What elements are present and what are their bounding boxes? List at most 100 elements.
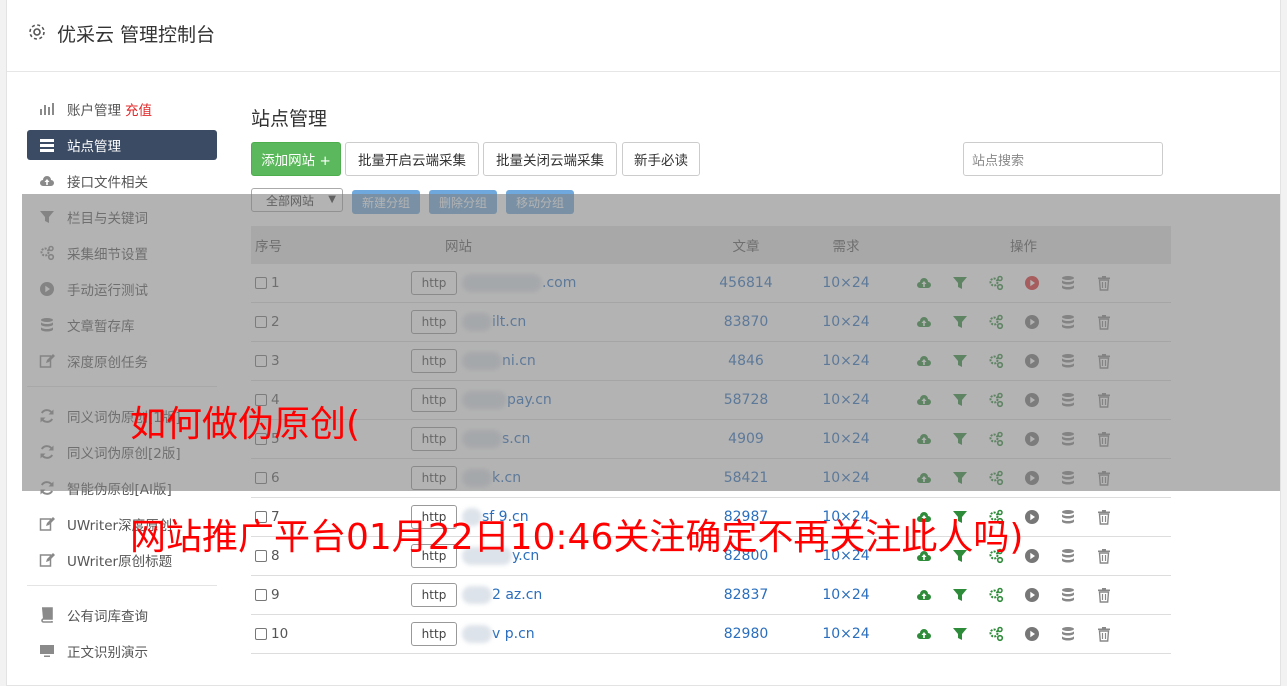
row-checkbox[interactable] [255,589,267,601]
trash-icon[interactable] [1086,625,1122,643]
row-checkbox[interactable] [255,316,267,328]
trash-icon[interactable] [1086,469,1122,487]
article-count[interactable]: 4909 [696,431,796,447]
gears-icon[interactable] [978,274,1014,292]
sidebar-item-1[interactable]: 站点管理 [27,130,217,160]
site-link[interactable]: s.cn [502,431,530,447]
cloud-upload-icon[interactable] [906,430,942,448]
article-count[interactable]: 4846 [696,353,796,369]
cloud-upload-icon[interactable] [906,586,942,604]
gears-icon[interactable] [978,469,1014,487]
demand-value[interactable]: 10×24 [796,275,896,291]
demand-value[interactable]: 10×24 [796,314,896,330]
trash-icon[interactable] [1086,586,1122,604]
site-link[interactable]: 2 az.cn [492,587,542,603]
site-link[interactable]: k.cn [492,470,521,486]
sidebar-item-6[interactable]: 文章暂存库 [27,310,217,340]
filter-icon[interactable] [942,430,978,448]
filter-icon[interactable] [942,586,978,604]
play-icon[interactable] [1014,625,1050,643]
database-icon[interactable] [1050,352,1086,370]
add-site-button[interactable]: 添加网站 + [251,142,341,176]
article-count[interactable]: 82837 [696,587,796,603]
gears-icon[interactable] [978,625,1014,643]
group-select[interactable]: 全部网站 ▼ [251,188,343,212]
filter-icon[interactable] [942,391,978,409]
site-search-input[interactable]: 站点搜索 [963,142,1163,176]
play-icon[interactable] [1014,391,1050,409]
sidebar-item-0[interactable]: 账户管理 充值 [27,94,217,124]
demand-value[interactable]: 10×24 [796,392,896,408]
article-count[interactable]: 82980 [696,626,796,642]
sidebar-item-3[interactable]: 栏目与关键词 [27,202,217,232]
site-link[interactable]: ilt.cn [492,314,526,330]
article-count[interactable]: 58421 [696,470,796,486]
site-link[interactable]: .com [542,275,576,291]
cloud-upload-icon[interactable] [906,625,942,643]
article-count[interactable]: 83870 [696,314,796,330]
filter-icon[interactable] [942,313,978,331]
batch-close-cloud-button[interactable]: 批量关闭云端采集 [483,142,617,176]
blurred-domain [462,586,492,604]
gears-icon[interactable] [978,352,1014,370]
recharge-link[interactable]: 充值 [125,99,152,119]
database-icon[interactable] [1050,586,1086,604]
demand-value[interactable]: 10×24 [796,626,896,642]
database-icon[interactable] [1050,391,1086,409]
site-link[interactable]: ni.cn [502,353,536,369]
delete-group-button[interactable]: 删除分组 [429,190,497,214]
database-icon[interactable] [1050,313,1086,331]
play-icon[interactable] [1014,586,1050,604]
row-checkbox[interactable] [255,472,267,484]
sidebar-item-13[interactable]: 公有词库查询 [27,600,217,630]
play-icon[interactable] [1014,469,1050,487]
cloud-upload-icon[interactable] [906,352,942,370]
filter-icon[interactable] [942,625,978,643]
move-group-button[interactable]: 移动分组 [506,190,574,214]
database-icon[interactable] [1050,274,1086,292]
row-checkbox[interactable] [255,355,267,367]
gears-icon[interactable] [978,586,1014,604]
trash-icon[interactable] [1086,391,1122,409]
batch-open-cloud-button[interactable]: 批量开启云端采集 [345,142,479,176]
trash-icon[interactable] [1086,352,1122,370]
sidebar-item-5[interactable]: 手动运行测试 [27,274,217,304]
site-link[interactable]: v p.cn [492,626,535,642]
gears-icon[interactable] [978,391,1014,409]
row-checkbox[interactable] [255,277,267,289]
sidebar-item-4[interactable]: 采集细节设置 [27,238,217,268]
demand-value[interactable]: 10×24 [796,431,896,447]
trash-icon[interactable] [1086,313,1122,331]
trash-icon[interactable] [1086,430,1122,448]
filter-icon[interactable] [942,469,978,487]
demand-value[interactable]: 10×24 [796,470,896,486]
row-checkbox[interactable] [255,628,267,640]
trash-icon[interactable] [1086,274,1122,292]
gears-icon[interactable] [978,313,1014,331]
article-count[interactable]: 58728 [696,392,796,408]
site-link[interactable]: pay.cn [507,392,552,408]
sidebar-item-10[interactable]: 智能伪原创[AI版] [27,473,217,503]
sidebar-item-7[interactable]: 深度原创任务 [27,346,217,376]
filter-icon[interactable] [942,352,978,370]
article-count[interactable]: 456814 [696,275,796,291]
play-icon[interactable] [1014,274,1050,292]
play-icon[interactable] [1014,430,1050,448]
demand-value[interactable]: 10×24 [796,587,896,603]
play-icon[interactable] [1014,313,1050,331]
demand-value[interactable]: 10×24 [796,353,896,369]
database-icon[interactable] [1050,430,1086,448]
filter-icon[interactable] [942,274,978,292]
sidebar-item-14[interactable]: 正文识别演示 [27,636,217,666]
play-icon[interactable] [1014,352,1050,370]
gears-icon[interactable] [978,430,1014,448]
sidebar-item-2[interactable]: 接口文件相关 [27,166,217,196]
database-icon[interactable] [1050,469,1086,487]
newbie-guide-button[interactable]: 新手必读 [622,142,700,176]
new-group-button[interactable]: 新建分组 [352,190,420,214]
cloud-upload-icon[interactable] [906,313,942,331]
cloud-upload-icon[interactable] [906,391,942,409]
database-icon[interactable] [1050,625,1086,643]
cloud-upload-icon[interactable] [906,274,942,292]
cloud-upload-icon[interactable] [906,469,942,487]
